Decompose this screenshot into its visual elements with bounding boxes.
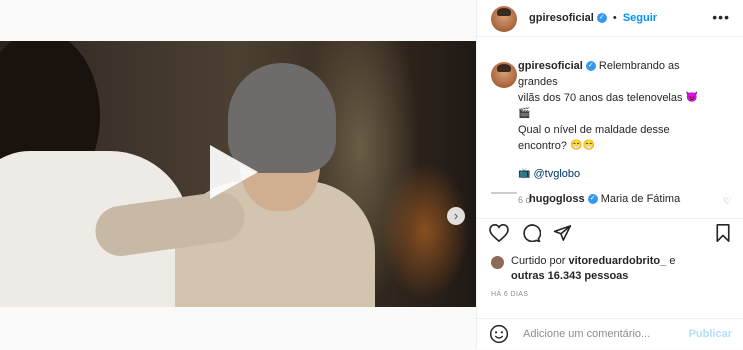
caption: gpiresoficial ✓ Relembrando as grandes v… [518,58,708,208]
comment-text: Maria de Fátima [600,193,681,205]
post-header: gpiresoficial ✓ • Seguir ••• [477,0,743,37]
share-icon[interactable] [553,224,572,247]
post-timestamp: HÁ 6 DIAS [491,291,529,298]
comment-input[interactable]: Adicione um comentário... [523,328,650,340]
comment-username[interactable]: hugogloss [529,193,585,205]
follow-button[interactable]: Seguir [623,12,657,24]
clapperboard-emoji-icon: 🎬 [518,108,531,120]
caption-username[interactable]: gpiresoficial [518,60,583,72]
emoji-icon[interactable] [489,324,509,347]
liked-by-others[interactable]: outras 16.343 pessoas [511,270,628,282]
chevron-right-icon[interactable]: › [447,207,465,225]
devil-emoji-icon: 😈 [685,92,699,104]
verified-badge-icon: ✓ [585,61,596,72]
tv-emoji-icon: 📺 [518,168,531,180]
comment-icon[interactable] [521,224,542,247]
action-bar [477,218,743,247]
comments-section: gpiresoficial ✓ Relembrando as grandes v… [477,48,743,218]
laughing-emoji-icon: 😁😁 [570,140,595,152]
verified-badge-icon: ✓ [587,194,598,205]
comment-like-icon[interactable]: ♡ [723,196,731,207]
caption-line-3: Qual o nível de maldade desse [518,124,670,137]
post-side-panel: gpiresoficial ✓ • Seguir ••• gpiresofici… [476,0,743,349]
publish-button[interactable]: Publicar [689,328,732,340]
play-icon[interactable] [210,145,258,199]
comment-bar: Adicione um comentário... Publicar [477,318,743,350]
mention-row: 📺 @tvglobo [518,166,708,182]
liked-by-user[interactable]: vitoreduardobrito_ [568,255,666,267]
avatar[interactable] [491,256,504,269]
bookmark-icon[interactable] [715,224,731,247]
more-options-icon[interactable]: ••• [712,9,730,25]
verified-badge-icon: ✓ [596,13,607,24]
caption-avatar[interactable] [491,62,517,88]
header-username[interactable]: gpiresoficial [529,12,594,24]
mention-link[interactable]: @tvglobo [534,168,581,180]
post-video[interactable]: › [0,41,476,307]
avatar[interactable] [491,6,517,32]
video-background-lamp [380,161,470,301]
liked-by-prefix: Curtido por [511,255,566,267]
liked-by-conj: e [669,255,676,267]
heart-icon[interactable] [489,223,509,247]
comment-row: hugogloss ✓ Maria de Fátima [529,193,680,205]
header-separator: • [612,12,617,24]
caption-line-4: encontro? [518,140,567,153]
caption-line-2: vilãs dos 70 anos das telenovelas [518,92,683,104]
comment-avatar[interactable] [491,192,517,204]
